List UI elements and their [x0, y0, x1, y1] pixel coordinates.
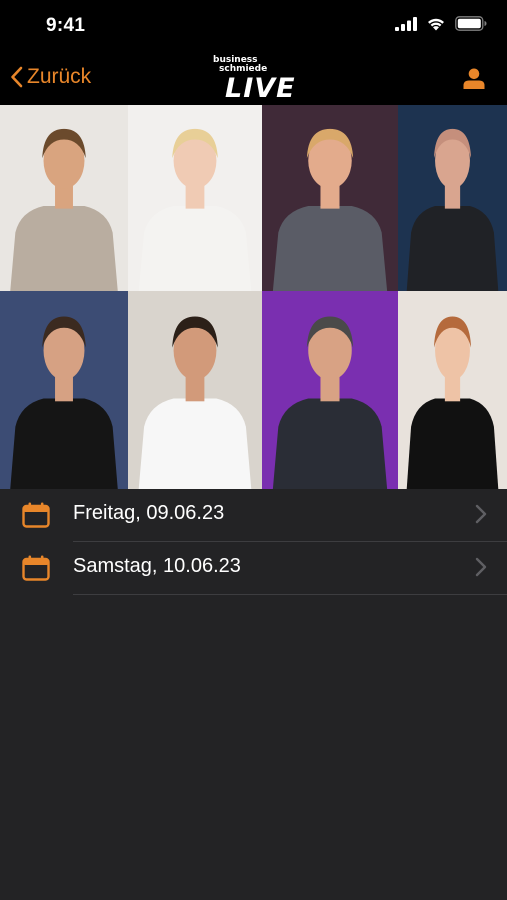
- speaker-photo-3: [262, 105, 398, 291]
- day-row-saturday[interactable]: Samstag, 10.06.23: [0, 542, 507, 595]
- wifi-icon: [428, 18, 444, 31]
- speaker-photo-1-illustration: [0, 105, 128, 291]
- speaker-photo-5-illustration: [0, 291, 128, 489]
- chevron-right-icon: [475, 557, 487, 577]
- speaker-photo-3-illustration: [262, 105, 398, 291]
- calendar-icon: [22, 502, 50, 528]
- speaker-photo-7: [262, 291, 398, 489]
- day-label: Samstag, 10.06.23: [73, 555, 241, 577]
- person-icon: [463, 68, 485, 89]
- day-row-friday[interactable]: Freitag, 09.06.23: [0, 489, 507, 542]
- speaker-photo-2-illustration: [128, 105, 262, 291]
- speaker-photo-6-illustration: [128, 291, 262, 489]
- speaker-photo-5: [0, 291, 128, 489]
- status-icons: [395, 16, 487, 31]
- cellular-signal-icon: [395, 16, 417, 31]
- speaker-photo-8: [398, 291, 507, 489]
- status-time: 9:41: [46, 15, 86, 36]
- business-schmiede-live-logo: business schmiede LIVE: [212, 56, 302, 105]
- back-button-label: Zurück: [27, 65, 92, 88]
- speaker-photo-4: [398, 105, 507, 291]
- separator: [73, 594, 507, 595]
- logo-live: LIVE: [225, 73, 296, 104]
- speaker-photo-7-illustration: [262, 291, 398, 489]
- day-list: Freitag, 09.06.23 Samstag, 10.06.23: [0, 489, 507, 595]
- battery-icon: [455, 16, 487, 31]
- calendar-icon: [22, 555, 50, 581]
- speaker-photo-1: [0, 105, 128, 291]
- chevron-right-icon: [475, 504, 487, 524]
- speaker-photo-grid: [0, 105, 507, 489]
- back-button[interactable]: Zurück: [10, 65, 91, 89]
- chevron-left-icon: [11, 66, 23, 88]
- speaker-photo-2: [128, 105, 262, 291]
- speaker-photo-8-illustration: [398, 291, 507, 489]
- profile-button[interactable]: [463, 68, 485, 94]
- speaker-photo-6: [128, 291, 262, 489]
- day-label: Freitag, 09.06.23: [73, 502, 225, 524]
- navigation-bar: Zurück business schmiede LIVE: [0, 52, 507, 105]
- speaker-photo-4-illustration: [398, 105, 507, 291]
- status-bar: 9:41: [0, 0, 507, 52]
